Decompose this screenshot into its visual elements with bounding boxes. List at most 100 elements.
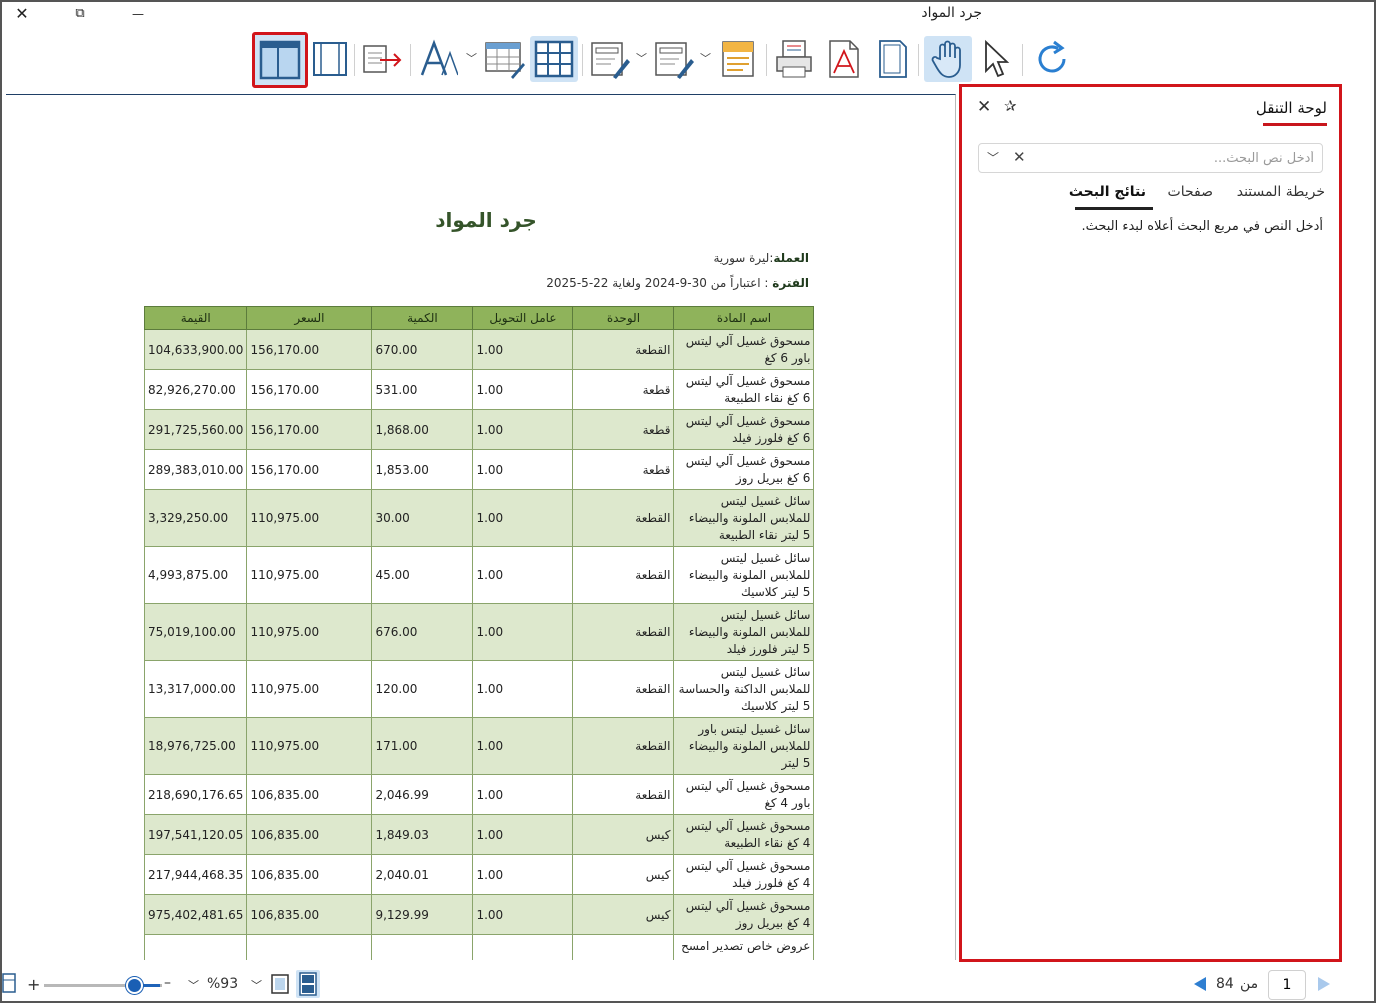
table-row: مسحوق غسيل آلي ليتس 4 كغ بيريل روز كيس 1.00… [143, 894, 815, 935]
unit-cell: قطعة [572, 369, 675, 410]
select-tool-button[interactable] [972, 36, 1020, 82]
minimize-window-icon[interactable]: — [126, 4, 150, 24]
zoom-in-button[interactable]: + [27, 975, 40, 994]
document-template-button[interactable] [714, 36, 762, 82]
price-cell: 106,835.00 [246, 774, 373, 815]
quantity-cell: 676.00 [371, 603, 474, 661]
document-preview[interactable]: جرد المواد العملة:ليرة سورية الفترة : اع… [6, 94, 956, 960]
panel-toggle-icon[interactable] [2, 972, 16, 996]
value-cell: 4,993,875.00 [143, 546, 248, 604]
grid-view-icon [534, 40, 574, 78]
item-name-line: مسحوق غسيل آلي ليتس [685, 858, 811, 873]
multi-page-icon[interactable] [296, 970, 320, 998]
app-window: ✕ ⧉ — جرد المواد ﹀ ﹀ ﹀ جرد المواد العملة… [0, 0, 1376, 1003]
export-button[interactable] [358, 36, 406, 82]
table-row: مسحوق غسيل آلي ليتس 6 كغ نقاء الطبيعة قطعة… [143, 369, 815, 410]
print-button[interactable] [770, 36, 818, 82]
refresh-icon [1038, 40, 1066, 73]
restore-window-icon[interactable]: ⧉ [68, 4, 92, 24]
item-name-line: سائل غسيل ليتس [720, 493, 811, 508]
next-page-icon[interactable] [1316, 976, 1332, 992]
edit-fields-dropdown-icon[interactable]: ﹀ [636, 50, 647, 66]
zoom-out-button[interactable]: – [164, 975, 171, 991]
unit-cell: قطعة [572, 409, 675, 450]
item-name-line: مسحوق غسيل آلي ليتس [685, 898, 811, 913]
price-cell: 110,975.00 [246, 603, 373, 661]
close-panel-icon[interactable]: ✕ [977, 97, 991, 117]
currency-line: العملة:ليرة سورية [714, 251, 810, 265]
item-name-line: 5 ليتر فلورز فيلد [726, 641, 811, 656]
toolbar-separator [766, 44, 767, 76]
value-cell: 218,690,176.65 [143, 774, 248, 815]
edit-fields-2-button[interactable] [650, 36, 698, 82]
factor-cell: 1.00 [472, 660, 574, 718]
value-cell: 291,725,560.00 [143, 409, 248, 450]
factor-cell: 1.00 [472, 449, 574, 490]
search-options-chevron-icon[interactable]: ﹀ [987, 149, 999, 166]
item-name-line: سائل غسيل ليتس [720, 664, 811, 679]
price-cell: 110,975.00 [246, 717, 373, 775]
item-name-line: 6 كغ بيريل روز [735, 470, 811, 485]
previous-page-icon[interactable] [1192, 976, 1208, 992]
item-name-cell: سائل غسيل ليتس للملابس الملونة والبيضاء 5 … [673, 546, 815, 604]
item-name-cell: سائل غسيل ليتس للملابس الملونة والبيضاء 5 … [673, 603, 815, 661]
print-icon [776, 40, 812, 78]
item-name-line: مسحوق غسيل آلي ليتس [685, 778, 811, 793]
zoom-dropdown-icon[interactable]: ﹀ [188, 977, 199, 993]
document-template-icon [722, 41, 754, 77]
value-cell: 289,383,010.00 [143, 449, 248, 490]
single-page-icon[interactable] [270, 973, 290, 995]
quantity-cell [371, 934, 474, 960]
refresh-button[interactable] [1028, 36, 1076, 82]
price-cell: 110,975.00 [246, 546, 373, 604]
quantity-cell: 670.00 [371, 329, 474, 370]
factor-cell [472, 934, 574, 960]
font-button[interactable] [414, 36, 462, 82]
item-name-line: للملابس الملونة والبيضاء [688, 738, 811, 753]
view-mode-dropdown-icon[interactable]: ﹀ [251, 977, 262, 993]
unit-cell [572, 934, 675, 960]
value-cell: 13,317,000.00 [143, 660, 248, 718]
edit-table-button[interactable] [480, 36, 528, 82]
item-name-line: مسحوق غسيل آلي ليتس [685, 453, 811, 468]
zoom-slider-thumb[interactable] [126, 977, 143, 994]
page-setup-button[interactable] [868, 36, 916, 82]
edit-fields-2-dropdown-icon[interactable]: ﹀ [700, 50, 711, 66]
item-name-line: للملابس الداكنة والحساسة [678, 681, 811, 696]
search-input[interactable] [1044, 148, 1314, 168]
item-name-line: مسحوق غسيل آلي ليتس [685, 333, 811, 348]
toolbar-separator [582, 44, 583, 76]
export-icon [363, 45, 402, 73]
price-cell: 106,835.00 [246, 814, 373, 855]
hand-tool-button[interactable] [924, 36, 972, 82]
grid-view-button[interactable] [530, 36, 578, 82]
font-dropdown-icon[interactable]: ﹀ [466, 50, 477, 66]
page-layout-button[interactable] [306, 36, 354, 82]
item-name-cell: مسحوق غسيل آلي ليتس 4 كغ نقاء الطبيعة [673, 814, 815, 855]
factor-cell: 1.00 [472, 894, 574, 935]
close-window-icon[interactable]: ✕ [10, 4, 34, 24]
value-cell: 975,402,481.65 [143, 894, 248, 935]
item-name-cell: سائل غسيل ليتس باور للملابس الملونة والبي… [673, 717, 815, 775]
clear-search-icon[interactable]: ✕ [1013, 148, 1026, 166]
pdf-button[interactable] [820, 36, 868, 82]
table-row: مسحوق غسيل آلي ليتس باور 4 كغ القطعة 1.00 2,… [143, 774, 815, 815]
unit-cell: كيس [572, 814, 675, 855]
currency-value: :ليرة سورية [713, 251, 774, 265]
value-cell: 197,541,120.05 [143, 814, 248, 855]
tab-document-map[interactable]: خريطة المستند [1237, 184, 1325, 200]
column-header: عامل التحويل [472, 306, 574, 330]
tab-pages[interactable]: صفحات [1168, 184, 1213, 200]
page-number-input[interactable]: 1 [1268, 970, 1306, 1000]
unit-cell: القطعة [572, 660, 675, 718]
edit-fields-button[interactable] [586, 36, 634, 82]
zoom-value: %93 [207, 976, 239, 992]
pin-panel-icon[interactable]: ✰ [1004, 97, 1017, 115]
tab-search-results[interactable]: نتائج البحث [1069, 184, 1146, 200]
item-name-line [677, 955, 810, 961]
single-page-view-button[interactable] [252, 32, 308, 88]
quantity-cell: 2,040.01 [371, 854, 474, 895]
pdf-icon [829, 40, 859, 78]
quantity-cell: 171.00 [371, 717, 474, 775]
item-name-line: سائل غسيل ليتس [720, 607, 811, 622]
